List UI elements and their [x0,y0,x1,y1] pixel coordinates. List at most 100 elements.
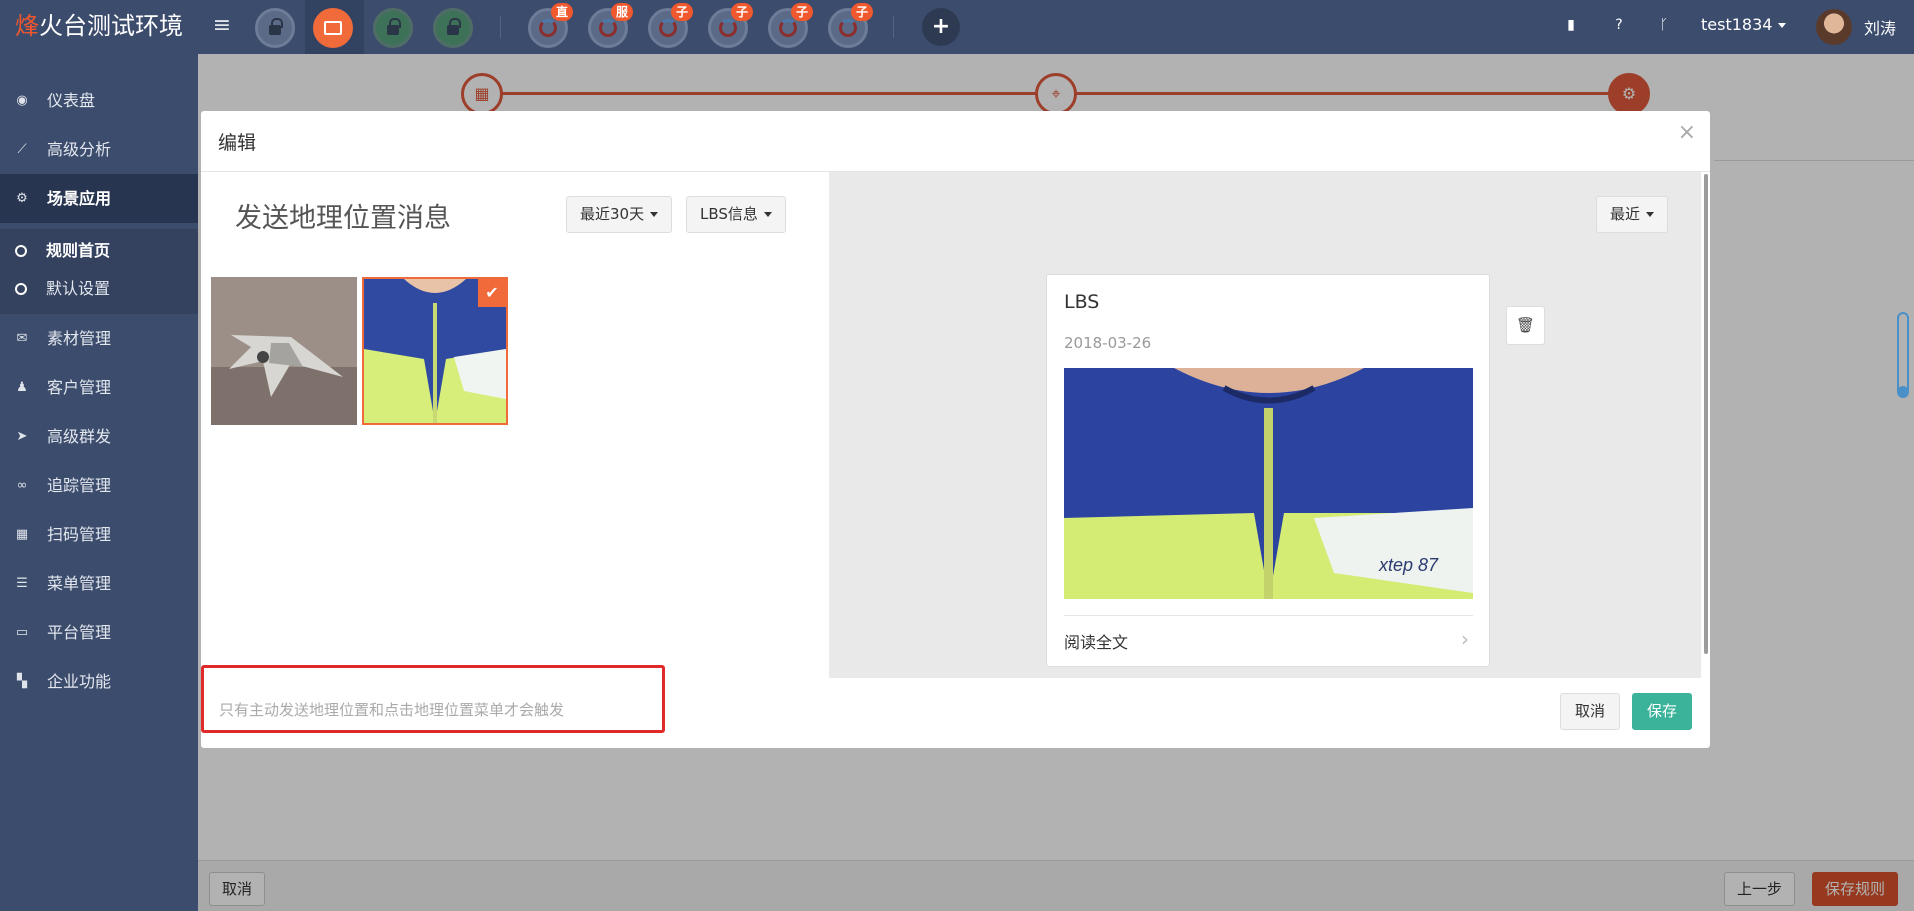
sidebar-item-label: 高级群发 [47,427,112,446]
sidebar-item-scenes[interactable]: ⚙ 场景应用 [0,174,198,223]
picker-title: 发送地理位置消息 [235,203,451,234]
chevron-right-icon[interactable]: › [1461,627,1469,651]
account-avatar-icon [779,19,797,37]
user-account-label: test1834 [1701,15,1773,34]
card-title: LBS [1064,291,1100,313]
sidebar-item-customers[interactable]: ♟ 客户管理 [0,363,198,412]
user-account-dropdown[interactable]: test1834 [1701,15,1787,34]
jet-image [211,277,357,425]
account-icon[interactable]: 直 [528,3,573,48]
sidebar-item-mass-send[interactable]: ➤ 高级群发 [0,412,198,461]
recent-dropdown[interactable]: 最近 [1596,196,1669,233]
sidebar-item-enterprise[interactable]: ▚ 企业功能 [0,657,198,706]
card-date: 2018-03-26 [1064,334,1152,352]
account-badge: 服 [611,3,633,21]
caret-down-icon [1778,23,1787,28]
sidebar-submenu: 规则首页 默认设置 [0,229,198,314]
preview-scrollbar[interactable] [1704,174,1708,654]
material-thumbnail-jacket[interactable]: ✔ [362,277,508,425]
dropdown-label: 最近30天 [580,205,645,223]
sidebar-item-materials[interactable]: ✉ 素材管理 [0,314,198,363]
sidebar-item-label: 高级分析 [47,140,112,159]
material-picker: 发送地理位置消息 [201,172,829,678]
sidebar-item-label: 客户管理 [47,378,112,397]
lbs-message-card: LBS 2018-03-26 xtep 87 阅读全文 › [1046,274,1490,667]
sidebar-item-label: 菜单管理 [47,574,112,593]
app-logo[interactable]: 烽火台测试环境 [0,0,198,54]
account-icon[interactable]: 子 [828,3,873,48]
floating-scroll-handle[interactable] [1897,312,1909,398]
separator [893,16,894,38]
trigger-hint-box: 只有主动发送地理位置和点击地理位置菜单才会触发 [201,665,665,733]
caret-down-icon [650,212,659,217]
line-chart-icon: ⟋ [17,142,27,157]
qrcode-icon: ▦ [15,527,29,542]
logo-first-char: 烽 [15,12,39,40]
sidebar-item-label: 素材管理 [47,329,112,348]
user-name[interactable]: 刘涛 [1864,15,1896,39]
save-button[interactable]: 保存 [1632,693,1693,730]
edit-modal: 编辑 × 发送地理位置消息 最近30天 LBS信息 ✔ 最近 LBS 2018-… [201,111,1710,748]
sidebar-item-qrcode[interactable]: ▦ 扫码管理 [0,510,198,559]
trigger-hint-text: 只有主动发送地理位置和点击地理位置菜单才会触发 [219,701,565,719]
hamburger-menu-icon[interactable]: ≡ [211,13,233,39]
sidebar-item-label: 企业功能 [47,672,112,691]
check-icon: ✔ [478,279,506,307]
account-icon[interactable]: 子 [648,3,693,48]
account-badge: 子 [731,3,753,21]
read-more-link[interactable]: 阅读全文 [1064,629,1128,653]
lock-icon [447,18,461,35]
paper-plane-icon: ➤ [16,429,28,444]
help-icon[interactable]: ? [1610,16,1628,34]
account-avatar-icon [539,19,557,37]
cancel-button[interactable]: 取消 [1560,693,1621,730]
caret-down-icon [763,212,772,217]
link-icon: ∞ [16,478,28,493]
locked-account-icon[interactable] [255,8,295,48]
gear-icon: ⚙ [16,191,28,206]
sidebar-item-platform[interactable]: ▭ 平台管理 [0,608,198,657]
locked-account-icon[interactable] [433,8,473,48]
list-icon: ☰ [16,576,28,591]
book-icon[interactable]: ▮ [1562,16,1580,34]
active-account-icon[interactable] [313,8,353,48]
sidebar-subitem-default-settings[interactable]: 默认设置 [0,271,198,307]
lock-icon [269,18,283,35]
account-icon[interactable]: 服 [588,3,633,48]
logo-text: 火台测试环境 [39,12,183,40]
locked-account-icon[interactable] [373,8,413,48]
sidebar-item-dashboard[interactable]: ◉ 仪表盘 [0,76,198,125]
account-badge: 子 [851,3,873,21]
avatar[interactable] [1816,9,1852,45]
sidebar-item-tracking[interactable]: ∞ 追踪管理 [0,461,198,510]
lock-icon [387,18,401,35]
sidebar-item-analytics[interactable]: ⟋ 高级分析 [0,125,198,174]
sidebar-item-label: 扫码管理 [47,525,112,544]
date-range-dropdown[interactable]: 最近30天 [566,196,673,233]
account-badge: 直 [551,3,573,21]
account-icon[interactable]: 子 [708,3,753,48]
jacket-cover-image: xtep 87 [1064,368,1473,599]
envelope-icon: ✉ [16,331,28,346]
separator [500,16,501,38]
account-avatar-icon [839,19,857,37]
close-icon[interactable]: × [1678,121,1696,145]
sidebar-subitem-rules-home[interactable]: 规则首页 [0,233,198,269]
account-avatar-icon [659,19,677,37]
sidebar-item-menu[interactable]: ☰ 菜单管理 [0,559,198,608]
sidebar-item-label: 场景应用 [47,189,112,208]
material-thumbnail-jet[interactable] [211,277,357,425]
caret-down-icon [1646,212,1655,217]
sidebar-item-label: 平台管理 [47,623,112,642]
trash-icon[interactable]: 🗑 [1506,306,1545,345]
type-filter-dropdown[interactable]: LBS信息 [686,196,786,233]
modal-title: 编辑 [218,132,257,154]
top-navbar: 烽火台测试环境 ≡ 直 服 子 子 子 子 + ▮ ? ᚴ test1834 刘… [0,0,1914,54]
add-account-icon[interactable]: + [922,8,960,46]
dropdown-label: 最近 [1610,205,1641,223]
branch-icon[interactable]: ᚴ [1655,16,1673,34]
account-icon[interactable]: 子 [768,3,813,48]
circle-icon [15,283,27,295]
account-avatar-icon [599,19,617,37]
account-avatar-icon [719,19,737,37]
